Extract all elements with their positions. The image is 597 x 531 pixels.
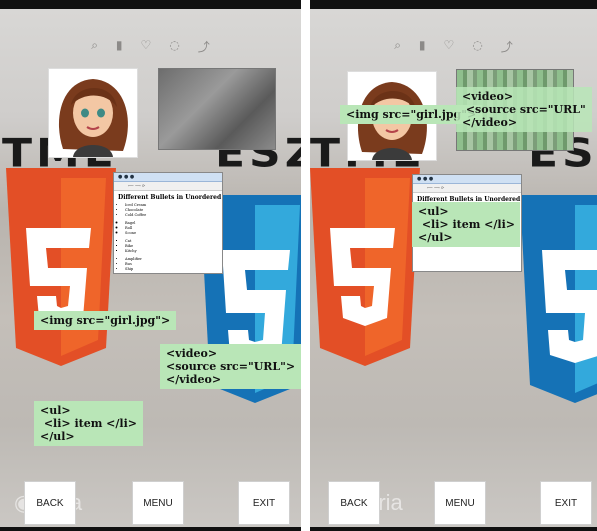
back-button[interactable]: BACK (24, 481, 76, 525)
mic-icon: ▮ (418, 38, 426, 52)
search-icon: ⌕ (91, 38, 98, 52)
bottom-bar (310, 527, 597, 531)
camera-toolbar: ⌕ ▮ ♡ ◌ ⤴ (310, 38, 597, 55)
ar-camera-view-right: ⌕ ▮ ♡ ◌ ⤴ TML ESZ ● ● ● ⟵ ⟶ ⟳ Different … (310, 0, 597, 531)
video-tag-label[interactable]: <video> <source src="URL" </video> (456, 87, 592, 132)
top-bar (0, 0, 301, 9)
back-button[interactable]: BACK (328, 481, 380, 525)
list-tag-label[interactable]: <ul> <li> item </li> </ul> (34, 401, 143, 446)
browser-address-bar: ⟵ ⟶ ⟳ (114, 182, 222, 191)
img-tag-label[interactable]: <img src="girl.jpg"> (34, 311, 177, 330)
share-icon: ⤴ (500, 40, 513, 54)
browser-address-bar: ⟵ ⟶ ⟳ (413, 184, 521, 193)
browser-page-heading: Different Bullets in Unordered List (118, 194, 222, 201)
video-thumbnail (158, 68, 276, 150)
list-item: Cold Coffee (125, 213, 222, 218)
browser-preview: ● ● ● ⟵ ⟶ ⟳ Different Bullets in Unorder… (113, 172, 223, 274)
browser-titlebar: ● ● ● (114, 173, 222, 182)
mic-icon: ▮ (115, 38, 123, 52)
exit-button[interactable]: EXIT (540, 481, 592, 525)
top-bar (310, 0, 597, 9)
list-item: Kitchy (125, 249, 222, 254)
bubble-icon: ◌ (472, 38, 483, 52)
video-tag-label[interactable]: <video> <source src="URL"> </video> (160, 344, 301, 389)
panel-divider (301, 0, 310, 531)
girl-image (48, 68, 138, 158)
bubble-icon: ◌ (169, 38, 180, 52)
browser-titlebar: ● ● ● (413, 175, 521, 184)
bottom-bar (0, 527, 301, 531)
ar-camera-view-left: ⌕ ▮ ♡ ◌ ⤴ TML ESZ ● ● ● ⟵ ⟶ ⟳ Different … (0, 0, 301, 531)
menu-button[interactable]: MENU (132, 481, 184, 525)
css3-logo (520, 195, 597, 403)
bullet-list: Bagel Roll Scone (114, 221, 222, 236)
bullet-list: Iced Cream Chocolate Cold Coffee (114, 203, 222, 218)
share-icon: ⤴ (197, 40, 210, 54)
list-item: Scone (125, 231, 222, 236)
list-item: Ship (125, 267, 222, 272)
camera-toolbar: ⌕ ▮ ♡ ◌ ⤴ (0, 38, 301, 55)
exit-button[interactable]: EXIT (238, 481, 290, 525)
list-tag-label[interactable]: <ul> <li> item </li> </ul> (412, 202, 520, 247)
heart-icon: ♡ (140, 38, 152, 52)
search-icon: ⌕ (394, 38, 401, 52)
menu-button[interactable]: MENU (434, 481, 486, 525)
html5-logo (310, 168, 420, 366)
html5-logo (6, 168, 116, 366)
heart-icon: ♡ (443, 38, 455, 52)
bullet-list: Amplifier Bus Ship (114, 257, 222, 272)
bullet-list: Cat Bike Kitchy (114, 239, 222, 254)
